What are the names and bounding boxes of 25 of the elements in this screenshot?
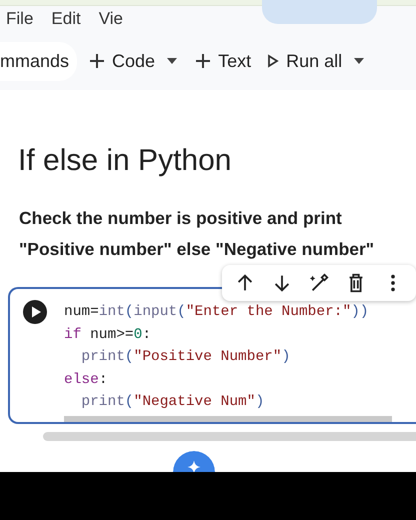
plus-icon — [89, 53, 106, 69]
add-button[interactable]: Text — [187, 44, 260, 78]
code-line: num=int(input("Enter the Number:")) — [64, 303, 369, 322]
play-icon — [267, 54, 280, 68]
notebook-heading: If else in Python — [18, 144, 232, 178]
scrollbar[interactable] — [64, 416, 392, 422]
run-cell-button[interactable] — [23, 300, 47, 324]
pencil-icon[interactable] — [308, 272, 330, 294]
run-all-button[interactable]: Run all — [259, 44, 350, 78]
caret-icon — [167, 58, 178, 64]
sparkle-icon — [186, 459, 202, 472]
description-text: Check the number is positive and print "Positive number" else "Negative number" — [19, 207, 376, 261]
menu-item[interactable]: Vie — [98, 9, 123, 29]
code-line: print("Positive Number") — [80, 348, 290, 367]
code-line: if num>=0: — [64, 326, 152, 344]
plus-icon — [195, 53, 212, 69]
menu-item[interactable]: Edit — [51, 9, 81, 29]
scrollbar[interactable] — [43, 432, 416, 441]
menu-item[interactable]: File — [6, 9, 34, 29]
code-line: else: — [64, 370, 108, 390]
add-button[interactable]: Code — [81, 44, 164, 78]
sparkle-button[interactable] — [173, 451, 215, 472]
code-line: print("Negative Num") — [80, 393, 264, 412]
caret-icon — [354, 58, 364, 64]
commands-button[interactable]: mmands — [0, 42, 78, 80]
